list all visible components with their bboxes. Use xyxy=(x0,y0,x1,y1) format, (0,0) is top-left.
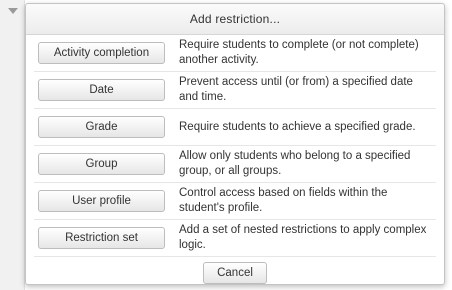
group-description: Allow only students who belong to a spec… xyxy=(179,150,411,177)
restriction-option-grade: Grade Require students to achieve a spec… xyxy=(34,109,436,146)
restriction-set-button[interactable]: Restriction set xyxy=(38,227,165,249)
caret-down-icon xyxy=(8,8,18,14)
add-restriction-dialog: Add restriction... Activity completion R… xyxy=(25,3,445,285)
group-button[interactable]: Group xyxy=(38,153,165,175)
date-button[interactable]: Date xyxy=(38,79,165,101)
restriction-option-activity-completion: Activity completion Require students to … xyxy=(34,35,436,72)
restriction-options-list: Activity completion Require students to … xyxy=(26,35,444,257)
restriction-set-description: Add a set of nested restrictions to appl… xyxy=(179,224,427,251)
dialog-footer: Cancel xyxy=(26,257,444,289)
grade-button[interactable]: Grade xyxy=(38,116,165,138)
dialog-title: Add restriction... xyxy=(26,4,444,35)
restriction-option-user-profile: User profile Control access based on fie… xyxy=(34,183,436,220)
user-profile-description: Control access based on fields within th… xyxy=(179,187,388,214)
background-panel-strip xyxy=(0,0,25,290)
activity-completion-description: Require students to complete (or not com… xyxy=(179,39,419,66)
grade-description: Require students to achieve a specified … xyxy=(179,120,416,133)
cancel-button[interactable]: Cancel xyxy=(203,262,267,284)
restriction-option-restriction-set: Restriction set Add a set of nested rest… xyxy=(34,220,436,257)
user-profile-button[interactable]: User profile xyxy=(38,190,165,212)
restriction-option-group: Group Allow only students who belong to … xyxy=(34,146,436,183)
date-description: Prevent access until (or from) a specifi… xyxy=(179,76,413,103)
activity-completion-button[interactable]: Activity completion xyxy=(38,42,165,64)
restriction-option-date: Date Prevent access until (or from) a sp… xyxy=(34,72,436,109)
